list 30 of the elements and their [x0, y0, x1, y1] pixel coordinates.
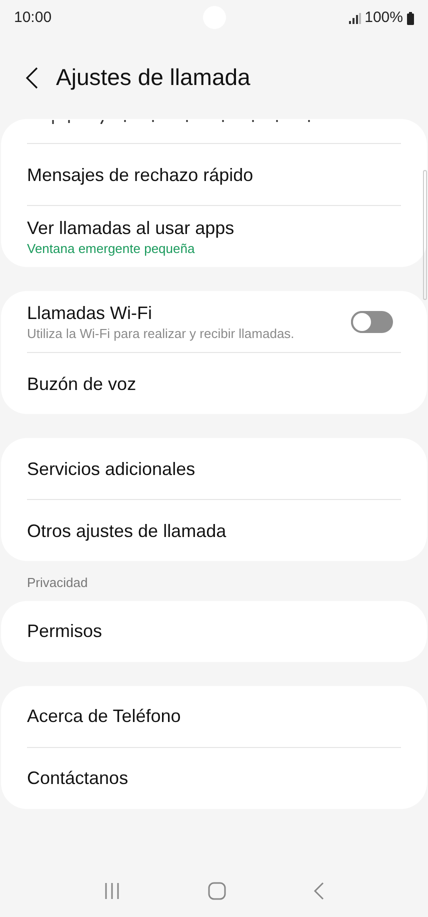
setting-description: Utiliza la Wi-Fi para realizar y recibir llamadas. — [27, 324, 294, 342]
back-icon[interactable] — [26, 66, 38, 88]
settings-item[interactable]: Mensajes de rechazo rápido — [27, 144, 401, 205]
home-icon[interactable] — [208, 882, 226, 900]
status-time: 10:00 — [14, 8, 52, 28]
setting-title: Ver llamadas al usar apps — [27, 216, 234, 240]
setting-title: Servicios adicionales — [27, 458, 196, 480]
setting-title: Permisos — [27, 620, 102, 643]
section-header: Privacidad — [26, 574, 89, 592]
signal-icon — [348, 12, 361, 24]
settings-item[interactable]: Servicios adicionales — [27, 438, 401, 499]
setting-title: Acerca de Teléfono — [27, 705, 181, 728]
settings-item[interactable]: Buzón de voz — [27, 353, 401, 414]
settings-item[interactable]: Acerca de Teléfono — [27, 686, 401, 746]
settings-item[interactable]: Otros ajustes de llamada — [27, 500, 401, 561]
setting-value: Ventana emergente pequeña — [27, 240, 196, 258]
settings-item[interactable]: Contáctanos — [27, 748, 401, 808]
setting-title: Contáctanos — [27, 767, 128, 790]
settings-item[interactable]: Ver llamadas al usar apps Ventana emergente pequeña — [27, 206, 401, 267]
setting-title: Buzón de voz — [27, 372, 136, 396]
page-title: Ajustes de llamada — [56, 63, 250, 92]
settings-item[interactable]: Permisos — [27, 600, 401, 662]
setting-title: Otros ajustes de llamada — [27, 520, 226, 542]
setting-title: Mensajes de rechazo rápido — [27, 164, 254, 186]
battery-level: 100% — [364, 8, 403, 28]
setting-title: Llamadas Wi-Fi — [27, 302, 154, 324]
battery-icon — [407, 12, 414, 24]
recent-apps-icon[interactable] — [103, 882, 122, 900]
toggle-switch[interactable] — [351, 310, 393, 332]
settings-item[interactable]: Llamadas Wi-Fi Utiliza la Wi-Fi para realizar y recibir llamadas. — [27, 291, 401, 352]
